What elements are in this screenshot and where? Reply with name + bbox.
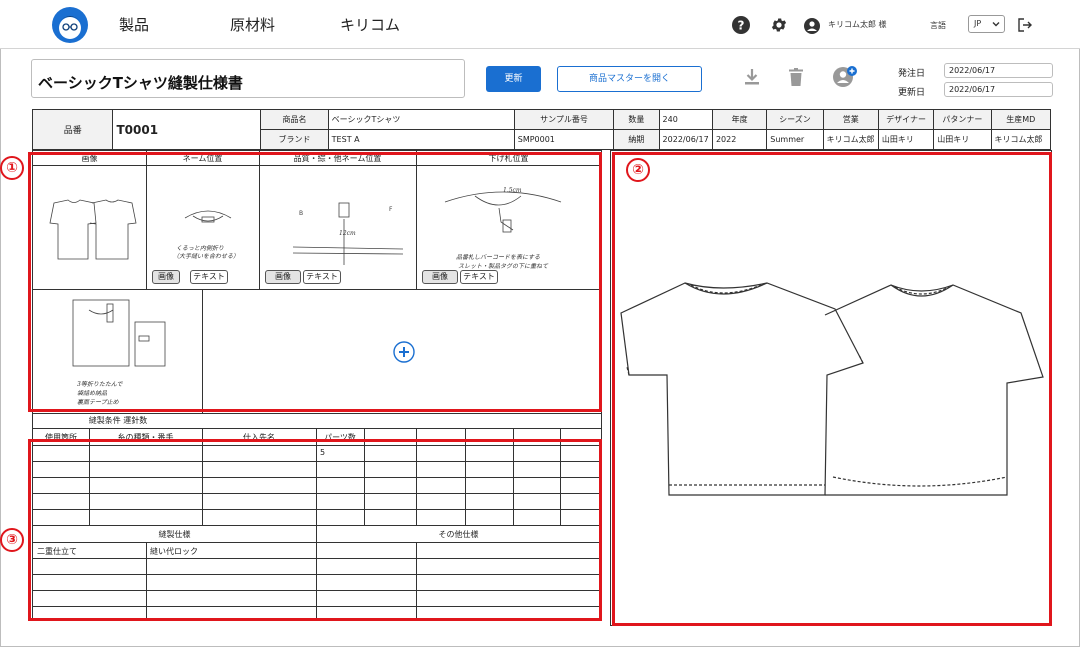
brand-label: ブランド: [260, 129, 329, 150]
season-label: シーズン: [766, 109, 824, 130]
divider: [33, 428, 601, 429]
quantity-value[interactable]: 240: [658, 109, 713, 130]
product-info-table: 品番 T0001 商品名 ベーシックTシャツ サンプル番号 数量 240 年度 …: [31, 109, 1052, 150]
quantity-label: 数量: [613, 109, 660, 130]
language-select[interactable]: JP: [968, 15, 1005, 33]
highlight-area-2: [612, 152, 1052, 626]
marker-1: ①: [0, 156, 24, 180]
year-label: 年度: [711, 109, 768, 130]
season-value[interactable]: Summer: [766, 129, 824, 150]
deadline-label: 納期: [613, 129, 660, 150]
nav-products[interactable]: 製品: [119, 14, 149, 35]
year-value[interactable]: 2022: [711, 129, 768, 150]
sales-label: 営業: [822, 109, 879, 130]
brand-value[interactable]: TEST A: [327, 129, 515, 150]
nav-materials[interactable]: 原材料: [230, 14, 275, 35]
gear-icon[interactable]: [770, 16, 788, 34]
user-icon[interactable]: [804, 18, 820, 34]
logout-icon[interactable]: [1017, 17, 1033, 33]
sales-value[interactable]: キリコム太郎: [822, 129, 879, 150]
update-button[interactable]: 更新: [486, 66, 541, 92]
marker-3: ③: [0, 528, 24, 552]
item-no-value[interactable]: T0001: [112, 109, 262, 150]
product-name-value[interactable]: ベーシックTシャツ: [327, 109, 515, 130]
help-icon[interactable]: ?: [732, 16, 750, 34]
production-md-value[interactable]: キリコム太郎: [990, 129, 1052, 150]
language-value: JP: [974, 19, 982, 28]
nav-kiricom[interactable]: キリコム: [340, 14, 400, 35]
marker-2: ②: [626, 158, 650, 182]
chevron-down-icon: [992, 22, 1000, 27]
order-date-label: 発注日: [898, 69, 926, 79]
language-label: 言語: [930, 21, 946, 30]
updated-date-field[interactable]: 2022/06/17: [944, 82, 1053, 97]
add-user-icon[interactable]: [833, 66, 857, 88]
designer-label: デザイナー: [877, 109, 935, 130]
spec-title[interactable]: ベーシックTシャツ縫製仕様書: [31, 59, 465, 98]
highlight-area-3: [28, 439, 602, 621]
logo-icon[interactable]: [52, 7, 88, 43]
sample-no-label: サンプル番号: [513, 109, 615, 130]
patterner-label: パタンナー: [933, 109, 992, 130]
sewing-conditions-label: 縫製条件 運針数: [88, 416, 148, 425]
updated-date-label: 更新日: [898, 88, 926, 98]
svg-text:?: ?: [738, 19, 745, 33]
item-no-label: 品番: [31, 109, 114, 150]
order-date-field[interactable]: 2022/06/17: [944, 63, 1053, 78]
deadline-value[interactable]: 2022/06/17: [658, 129, 713, 150]
trash-icon[interactable]: [789, 68, 803, 86]
designer-value[interactable]: 山田キリ: [877, 129, 935, 150]
patterner-value[interactable]: 山田キリ: [933, 129, 992, 150]
highlight-area-1: [28, 152, 602, 412]
product-name-label: 商品名: [260, 109, 329, 130]
download-icon[interactable]: [744, 68, 760, 86]
divider: [33, 413, 601, 414]
production-md-label: 生産MD: [990, 109, 1052, 130]
open-master-button[interactable]: 商品マスターを開く: [557, 66, 702, 92]
username: キリコム太郎 様: [828, 20, 887, 29]
sample-no-value[interactable]: SMP0001: [513, 129, 615, 150]
top-nav: 製品 原材料 キリコム ? キリコム太郎 様 言語 JP: [0, 0, 1080, 49]
